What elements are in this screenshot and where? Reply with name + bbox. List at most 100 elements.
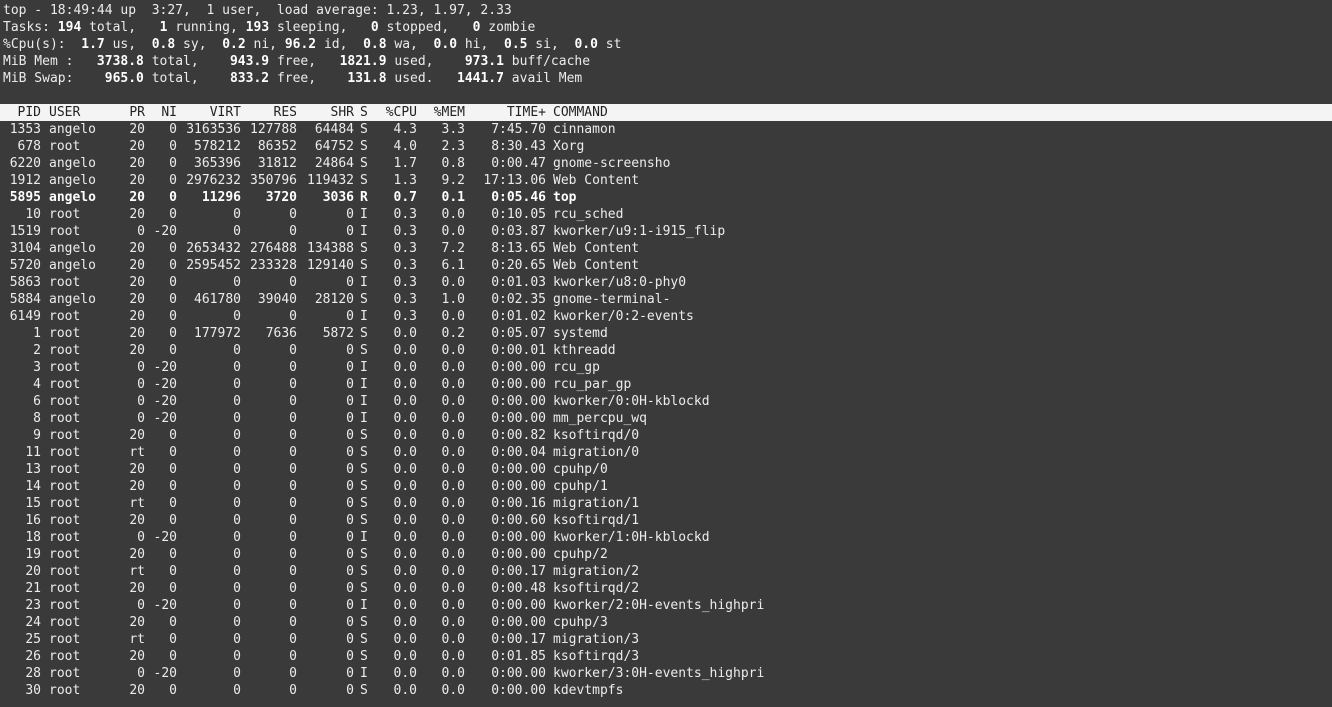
process-row[interactable]: 6 root 0 -20 0 0 0 I 0.0 0.0 0:00.00 kworker/0:0H-k… — [0, 393, 1332, 410]
process-row[interactable]: 1 root 20 0 177972 7636 5872 S 0.0 0.2 0:05.07 syst… — [0, 325, 1332, 342]
process-row[interactable]: 5895 angelo 20 0 11296 3720 3036 R 0.7 0.1 0:05.46… — [0, 189, 1332, 206]
process-row[interactable]: 19 root 20 0 0 0 0 S 0.0 0.0 0:00.00 cpuhp/2 — [0, 546, 1332, 563]
cell-user: root — [49, 275, 81, 290]
process-row[interactable]: 1353 angelo 20 0 3163536 127788 64484 S 4.3 3.3 7:… — [0, 121, 1332, 138]
cell-cpu: 0.3 — [393, 241, 417, 256]
cell-command: kworker/u8:0-phy0 — [553, 275, 687, 290]
cpu-label: st — [597, 37, 622, 52]
process-row[interactable]: 5884 angelo 20 0 461780 39040 28120 S 0.3 1.0 0:02… — [0, 291, 1332, 308]
process-row[interactable]: 5863 root 20 0 0 0 0 I 0.3 0.0 0:01.03 kworker/u8:0… — [0, 274, 1332, 291]
cpu-text: %Cpu(s): 1.7 us, 0.8 sy, 0.2 ni, 96.2 id… — [3, 36, 621, 53]
col-pr[interactable]: PR — [110, 104, 145, 121]
tasks-text: Tasks: 194 total, 1 running, 193 sleepin… — [3, 19, 535, 36]
process-row[interactable]: 11 root rt 0 0 0 0 S 0.0 0.0 0:00.04 migration/0 — [0, 444, 1332, 461]
cell-pr: 20 — [129, 190, 145, 205]
cell-ni: 0 — [169, 309, 177, 324]
cell-command: Web Content — [553, 241, 640, 256]
cell-ni: 0 — [169, 275, 177, 290]
cell-res: 0 — [289, 564, 297, 579]
process-row[interactable]: 16 root 20 0 0 0 0 S 0.0 0.0 0:00.60 ksoftirqd/1 — [0, 512, 1332, 529]
cell-pid: 5884 — [9, 292, 41, 307]
process-row[interactable]: 18 root 0 -20 0 0 0 I 0.0 0.0 0:00.00 kworker/1:0H-… — [0, 529, 1332, 546]
cell-shr: 0 — [346, 479, 354, 494]
cell-res: 233328 — [250, 258, 297, 273]
process-row[interactable]: 6220 angelo 20 0 365396 31812 24864 S 1.7 0.8 0:00… — [0, 155, 1332, 172]
cell-command: cinnamon — [553, 122, 616, 137]
cell-command: rcu_sched — [553, 207, 624, 222]
cell-mem: 0.2 — [441, 326, 465, 341]
cell-command: Web Content — [553, 258, 640, 273]
process-row[interactable]: 4 root 0 -20 0 0 0 I 0.0 0.0 0:00.00 rcu_par_gp — [0, 376, 1332, 393]
cell-virt: 578212 — [194, 139, 241, 154]
cell-command: ksoftirqd/0 — [553, 428, 640, 443]
cell-time: 0:00.00 — [491, 683, 546, 698]
cell-pid: 15 — [25, 496, 41, 511]
col-shr[interactable]: SHR — [298, 104, 354, 121]
process-row[interactable]: 23 root 0 -20 0 0 0 I 0.0 0.0 0:00.00 kworker/2:0H-… — [0, 597, 1332, 614]
col-command[interactable]: COMMAND — [553, 104, 853, 121]
cell-ni: -20 — [153, 530, 177, 545]
cell-command: cpuhp/0 — [553, 462, 608, 477]
process-row[interactable]: 28 root 0 -20 0 0 0 I 0.0 0.0 0:00.00 kworker/3:0H-… — [0, 665, 1332, 682]
cell-shr: 0 — [346, 207, 354, 222]
process-row[interactable]: 1912 angelo 20 0 2976232 350796 119432 S 1.3 9.2 1… — [0, 172, 1332, 189]
cell-command: kworker/0:2-events — [553, 309, 694, 324]
col-virt[interactable]: VIRT — [178, 104, 241, 121]
cell-s: S — [360, 496, 368, 511]
cell-pr: 20 — [129, 649, 145, 664]
col-cpu[interactable]: %CPU — [373, 104, 417, 121]
cell-res: 0 — [289, 496, 297, 511]
process-row[interactable]: 30 root 20 0 0 0 0 S 0.0 0.0 0:00.00 kdevtmpfs — [0, 682, 1332, 699]
process-row[interactable]: 10 root 20 0 0 0 0 I 0.3 0.0 0:10.05 rcu_sched — [0, 206, 1332, 223]
process-row[interactable]: 13 root 20 0 0 0 0 S 0.0 0.0 0:00.00 cpuhp/0 — [0, 461, 1332, 478]
cell-user: root — [49, 496, 81, 511]
cell-time: 0:00.60 — [491, 513, 546, 528]
process-row[interactable]: 24 root 20 0 0 0 0 S 0.0 0.0 0:00.00 cpuhp/3 — [0, 614, 1332, 631]
cell-ni: 0 — [169, 462, 177, 477]
process-row[interactable]: 3 root 0 -20 0 0 0 I 0.0 0.0 0:00.00 rcu_gp — [0, 359, 1332, 376]
process-row[interactable]: 26 root 20 0 0 0 0 S 0.0 0.0 0:01.85 ksoftirqd/3 — [0, 648, 1332, 665]
process-row[interactable]: 5720 angelo 20 0 2595452 233328 129140 S 0.3 6.1 0… — [0, 257, 1332, 274]
process-row[interactable]: 25 root rt 0 0 0 0 S 0.0 0.0 0:00.17 migration/3 — [0, 631, 1332, 648]
column-header[interactable]: PID USER PR NI VIRT RES SHR S %CPU %MEM … — [0, 104, 1332, 121]
cell-ni: 0 — [169, 343, 177, 358]
process-row[interactable]: 20 root rt 0 0 0 0 S 0.0 0.0 0:00.17 migration/2 — [0, 563, 1332, 580]
col-mem[interactable]: %MEM — [421, 104, 465, 121]
cell-pr: 0 — [137, 530, 145, 545]
cell-user: root — [49, 598, 81, 613]
cell-pid: 5895 — [9, 190, 41, 205]
process-row[interactable]: 14 root 20 0 0 0 0 S 0.0 0.0 0:00.00 cpuhp/1 — [0, 478, 1332, 495]
col-pid[interactable]: PID — [0, 104, 41, 121]
col-time[interactable]: TIME+ — [466, 104, 546, 121]
cell-pid: 9 — [33, 428, 41, 443]
cell-ni: -20 — [153, 598, 177, 613]
process-row[interactable]: 1519 root 0 -20 0 0 0 I 0.3 0.0 0:03.87 kworker/u9:… — [0, 223, 1332, 240]
cell-res: 0 — [289, 666, 297, 681]
tasks-line: Tasks: 194 total, 1 running, 193 sleepin… — [0, 19, 1332, 36]
cell-res: 127788 — [250, 122, 297, 137]
cell-user: root — [49, 343, 81, 358]
process-row[interactable]: 21 root 20 0 0 0 0 S 0.0 0.0 0:00.48 ksoftirqd/2 — [0, 580, 1332, 597]
cpu-value: 0.8 — [363, 37, 387, 52]
cell-res: 39040 — [257, 292, 297, 307]
col-res[interactable]: RES — [242, 104, 297, 121]
cell-ni: 0 — [169, 479, 177, 494]
process-row[interactable]: 678 root 20 0 578212 86352 64752 S 4.0 2.3 8:30.43… — [0, 138, 1332, 155]
cell-command: kworker/1:0H-kblockd — [553, 530, 710, 545]
process-row[interactable]: 3104 angelo 20 0 2653432 276488 134388 S 0.3 7.2 8… — [0, 240, 1332, 257]
process-row[interactable]: 15 root rt 0 0 0 0 S 0.0 0.0 0:00.16 migration/1 — [0, 495, 1332, 512]
col-user[interactable]: USER — [49, 104, 109, 121]
process-row[interactable]: 2 root 20 0 0 0 0 S 0.0 0.0 0:00.01 kthreadd — [0, 342, 1332, 359]
cell-mem: 0.0 — [441, 530, 465, 545]
cell-pid: 26 — [25, 649, 41, 664]
process-row[interactable]: 9 root 20 0 0 0 0 S 0.0 0.0 0:00.82 ksoftirqd/0 — [0, 427, 1332, 444]
process-row[interactable]: 8 root 0 -20 0 0 0 I 0.0 0.0 0:00.00 mm_percpu_wq — [0, 410, 1332, 427]
cell-shr: 0 — [346, 547, 354, 562]
col-ni[interactable]: NI — [146, 104, 177, 121]
swap-value: 965.0 — [104, 71, 144, 86]
terminal-window[interactable]: top - 18:49:44 up 3:27, 1 user, load ave… — [0, 0, 1332, 707]
col-s[interactable]: S — [360, 104, 370, 121]
cell-pr: 20 — [129, 479, 145, 494]
cell-cpu: 0.3 — [393, 207, 417, 222]
process-row[interactable]: 6149 root 20 0 0 0 0 I 0.3 0.0 0:01.02 kworker/0:2-… — [0, 308, 1332, 325]
